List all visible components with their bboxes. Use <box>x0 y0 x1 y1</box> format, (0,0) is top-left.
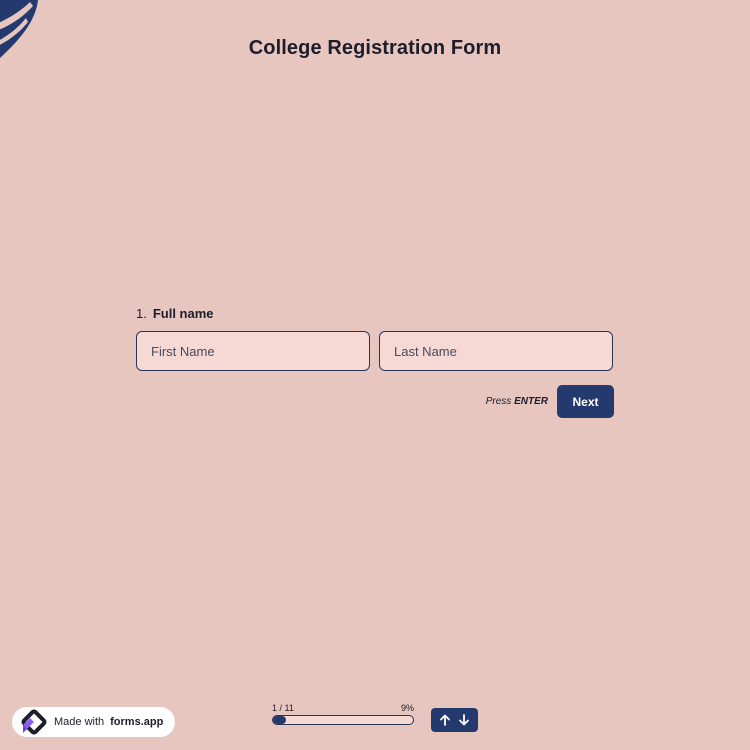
press-enter-hint: Press ENTER <box>486 396 548 407</box>
form-title: College Registration Form <box>248 37 502 59</box>
forms-app-logo-icon <box>21 709 47 735</box>
arrow-up-icon <box>439 714 450 726</box>
question-actions: Press ENTER Next <box>486 385 614 418</box>
press-text: Press <box>485 396 512 407</box>
question-full-name: 1. Full name Press ENTER Next <box>136 304 614 418</box>
next-question-button[interactable] <box>456 712 472 728</box>
progress-indicator: 1 / 11 9% <box>272 702 414 725</box>
badge-made-with: Made with <box>54 716 105 728</box>
first-name-input[interactable] <box>136 331 370 371</box>
arrow-down-icon <box>459 714 470 726</box>
previous-question-button[interactable] <box>437 712 453 728</box>
made-with-badge[interactable]: Made with forms.app <box>12 707 176 737</box>
progress-fill <box>273 716 286 724</box>
question-label: 1. Full name <box>136 304 614 322</box>
enter-key-text: ENTER <box>514 396 548 407</box>
question-number: 1. <box>136 305 147 321</box>
progress-labels: 1 / 11 9% <box>272 702 414 714</box>
badge-brand: forms.app <box>110 716 164 728</box>
next-button[interactable]: Next <box>557 385 614 418</box>
question-navigation <box>431 708 478 732</box>
progress-percent: 9% <box>400 703 414 713</box>
question-text: Full name <box>152 305 214 321</box>
progress-step: 1 / 11 <box>272 703 294 713</box>
progress-track <box>272 715 414 725</box>
last-name-input[interactable] <box>379 331 613 371</box>
name-inputs <box>136 331 614 371</box>
